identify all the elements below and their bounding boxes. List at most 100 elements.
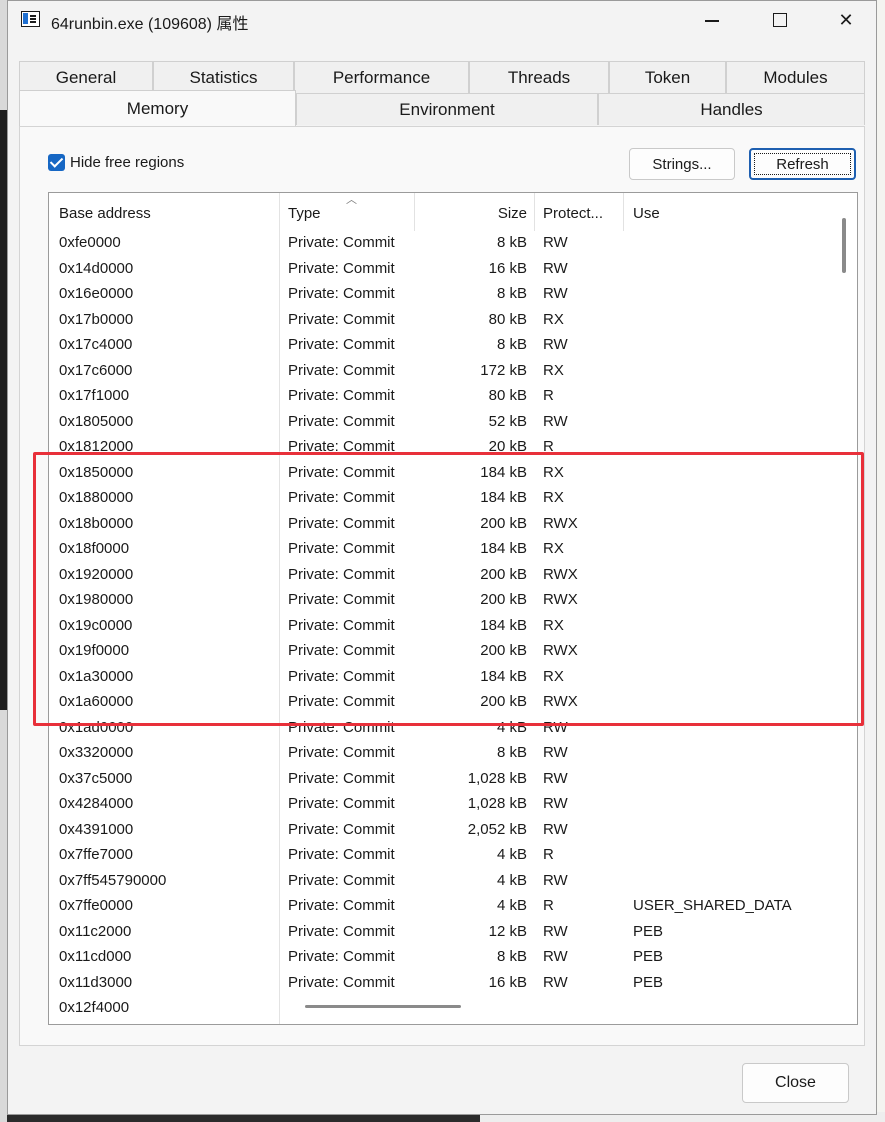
table-row[interactable]: 0x17c6000 Private: Commit 172 kB RX [49,359,857,385]
cell-protection: RW [543,973,568,991]
table-row[interactable]: 0x11c2000 Private: Commit 12 kB RW PEB [49,920,857,946]
table-row[interactable]: 0x1880000 Private: Commit 184 kB RX [49,486,857,512]
cell-type: Private: Commit [288,412,395,430]
table-row[interactable]: 0x1920000 Private: Commit 200 kB RWX [49,563,857,589]
cell-size: 8 kB [496,744,527,761]
hide-free-regions-label[interactable]: Hide free regions [70,154,184,171]
column-separator[interactable] [623,193,624,231]
cell-base-address: 0x18f0000 [59,540,130,557]
tab-handles[interactable]: Handles [598,93,865,125]
table-row[interactable]: 0xfe0000 Private: Commit 8 kB RW [49,231,857,257]
table-row[interactable]: 0x11d3000 Private: Commit 16 kB RW PEB [49,971,857,997]
cell-base-address: 0x1880000 [59,489,134,506]
cell-protection: RW [543,412,568,430]
table-row[interactable]: 0x16e0000 Private: Commit 8 kB RW [49,282,857,308]
horizontal-scrollbar-thumb[interactable] [305,1005,461,1008]
cell-protection: RWX [543,642,578,659]
cell-type: Private: Commit [288,463,395,481]
table-row[interactable]: 0x1980000 Private: Commit 200 kB RWX [49,588,857,614]
cell-size: 2,052 kB [467,820,527,838]
table-row[interactable]: 0x1850000 Private: Commit 184 kB RX [49,461,857,487]
cell-base-address: 0x4284000 [59,795,134,812]
table-row[interactable]: 0x17f1000 Private: Commit 80 kB R [49,384,857,410]
table-row[interactable]: 0x18f0000 Private: Commit 184 kB RX [49,537,857,563]
cell-protection: RW [543,795,568,812]
cell-base-address: 0x17b0000 [59,310,134,328]
cell-type: Private: Commit [288,820,395,838]
tab-memory[interactable]: Memory [19,90,296,126]
table-row[interactable]: 0x7ffe7000 Private: Commit 4 kB R [49,843,857,869]
column-header-type[interactable]: Type [288,205,321,222]
table-row[interactable]: 0x19f0000 Private: Commit 200 kB RWX [49,639,857,665]
cell-use: PEB [633,973,664,991]
column-header-protection[interactable]: Protect... [543,205,603,222]
cell-type: Private: Commit [288,922,395,940]
cell-protection: RX [543,540,564,557]
tab-environment[interactable]: Environment [296,93,598,125]
table-row[interactable]: 0x3320000 Private: Commit 8 kB RW [49,741,857,767]
table-row[interactable]: 0x4284000 Private: Commit 1,028 kB RW [49,792,857,818]
cell-base-address: 0xfe0000 [59,234,121,251]
table-row[interactable]: 0x14d0000 Private: Commit 16 kB RW [49,257,857,283]
cell-size: 16 kB [488,259,527,277]
close-button[interactable]: Close [742,1063,849,1103]
title-bar[interactable]: 64runbin.exe (109608) 属性 ✕ [8,1,876,41]
table-row[interactable]: 0x17b0000 Private: Commit 80 kB RX [49,308,857,334]
memory-regions-list[interactable]: Base address Type ︿ Size Protect... Use … [48,192,858,1025]
table-row[interactable]: 0x19c0000 Private: Commit 184 kB RX [49,614,857,640]
table-row[interactable]: 0x7ff545790000 Private: Commit 4 kB RW [49,869,857,895]
table-row[interactable]: 0x7ffe0000 Private: Commit 4 kB R USER_SHARE… [49,894,857,920]
horizontal-scrollbar-track[interactable] [280,997,833,1022]
close-window-button[interactable]: ✕ [812,1,880,39]
refresh-button[interactable]: Refresh [749,148,856,180]
minimize-button[interactable] [678,1,746,39]
column-header-size[interactable]: Size [414,205,527,222]
column-header-use[interactable]: Use [633,205,660,222]
cell-type: Private: Commit [288,565,395,583]
table-row[interactable]: 0x11cd000 Private: Commit 8 kB RW PEB [49,945,857,971]
cell-base-address: 0x14d0000 [59,259,134,277]
table-row[interactable]: 0x18b0000 Private: Commit 200 kB RWX [49,512,857,538]
tab-token[interactable]: Token [609,61,726,93]
table-row[interactable]: 0x1ad0000 Private: Commit 4 kB RW [49,716,857,742]
cell-protection: RW [543,922,568,940]
table-row[interactable]: 0x37c5000 Private: Commit 1,028 kB RW [49,767,857,793]
sort-ascending-icon: ︿ [346,194,357,206]
memory-panel: Hide free regions Strings... Refresh Bas… [19,126,865,1046]
scrollbar-corner [833,997,857,1024]
cell-base-address: 0x19c0000 [59,616,133,634]
cell-protection: RX [543,310,564,328]
cell-type: Private: Commit [288,693,395,710]
maximize-button[interactable] [746,1,814,39]
tab-performance[interactable]: Performance [294,61,469,93]
hide-free-regions-checkbox[interactable] [48,154,65,171]
vertical-scrollbar-thumb[interactable] [842,218,846,273]
table-row[interactable]: 0x1812000 Private: Commit 20 kB R [49,435,857,461]
table-row[interactable]: 0x17c4000 Private: Commit 8 kB RW [49,333,857,359]
background-left-dark [0,110,7,710]
strings-button[interactable]: Strings... [629,148,735,180]
column-header-base-address[interactable]: Base address [59,205,151,222]
cell-type: Private: Commit [288,973,395,991]
tab-modules[interactable]: Modules [726,61,865,93]
cell-size: 4 kB [496,718,527,736]
column-separator[interactable] [534,193,535,231]
table-row[interactable]: 0x4391000 Private: Commit 2,052 kB RW [49,818,857,844]
tab-general[interactable]: General [19,61,153,93]
table-row[interactable]: 0x1805000 Private: Commit 52 kB RW [49,410,857,436]
cell-base-address: 0x19f0000 [59,642,130,659]
tab-threads[interactable]: Threads [469,61,609,93]
cell-base-address: 0x16e0000 [59,285,134,302]
table-row[interactable]: 0x1a30000 Private: Commit 184 kB RX [49,665,857,691]
cell-base-address: 0x1812000 [59,438,134,455]
cell-size: 80 kB [488,387,527,404]
cell-type: Private: Commit [288,846,395,863]
tab-statistics[interactable]: Statistics [153,61,294,93]
table-row[interactable]: 0x1a60000 Private: Commit 200 kB RWX [49,690,857,716]
cell-size: 184 kB [480,540,527,557]
cell-base-address: 0x4391000 [59,820,134,838]
cell-protection: RW [543,948,568,965]
focus-rectangle [754,153,851,175]
cell-protection: RX [543,667,564,685]
cell-base-address: 0x1920000 [59,565,134,583]
